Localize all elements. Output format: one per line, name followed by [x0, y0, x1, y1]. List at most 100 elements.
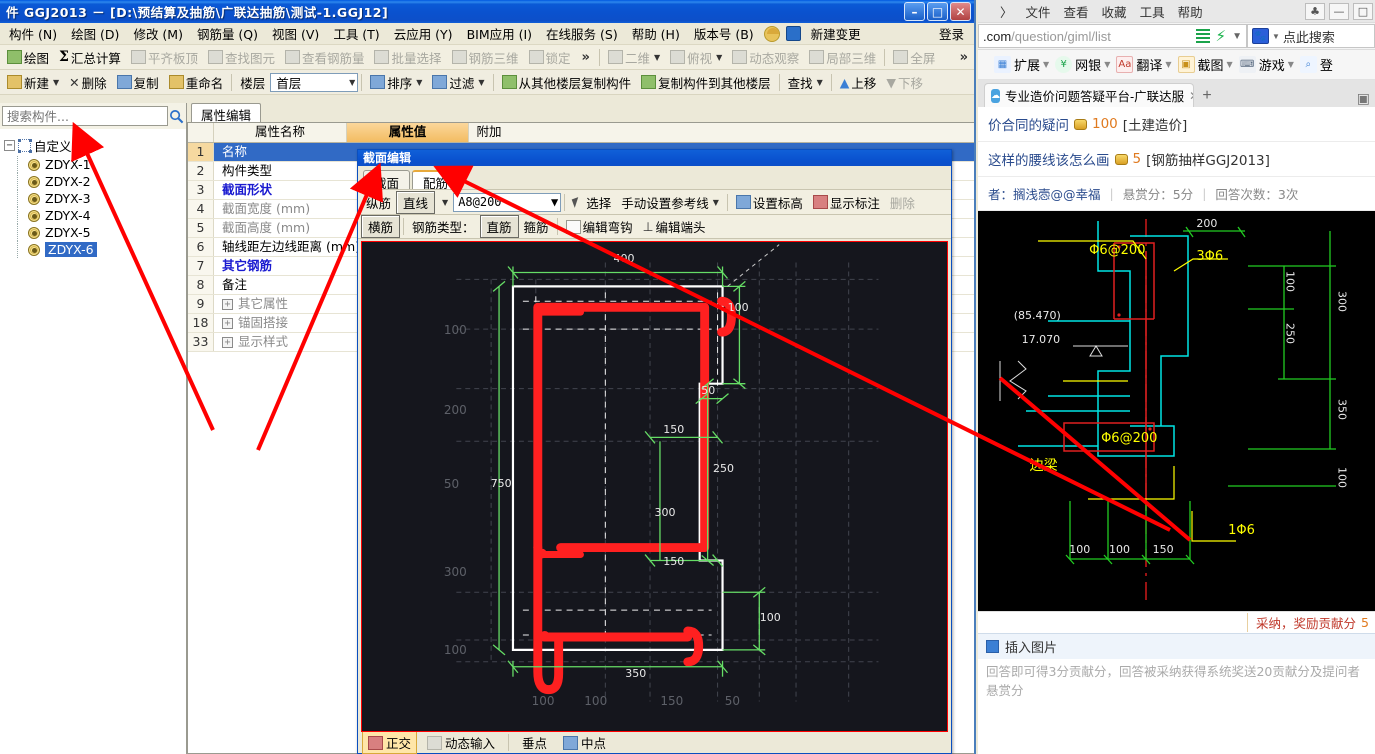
tree-item-zdyx-3[interactable]: ZDYX-3	[4, 190, 186, 207]
tree-item-zdyx-2[interactable]: ZDYX-2	[4, 173, 186, 190]
dynamic-input-toggle[interactable]: 动态输入	[421, 731, 501, 754]
browser-menu-view[interactable]: 查看	[1064, 2, 1089, 21]
browser-skin-icon[interactable]: ♣	[1305, 2, 1325, 20]
perpendicular-snap[interactable]: 垂点	[516, 731, 553, 754]
stirrup-button[interactable]: 箍筋	[519, 215, 554, 238]
extension-translate[interactable]: Aa 翻译 ▼	[1114, 53, 1173, 76]
tool-draw[interactable]: 绘图	[2, 46, 54, 69]
tree-root-node[interactable]: − 自定义线	[4, 135, 186, 156]
question-row-2[interactable]: 这样的腰线该怎么画 5 [钢筋抽样GGJ2013]	[978, 142, 1375, 177]
show-annotation-button[interactable]: 显示标注	[808, 191, 885, 214]
menu-item-5[interactable]: 工具 (T)	[326, 22, 386, 45]
tool-move-down[interactable]: ▼ 下移	[881, 71, 928, 94]
extension-banking[interactable]: ¥ 网银 ▼	[1053, 53, 1112, 76]
url-input[interactable]: .com/question/giml/list ⚡ ▼	[978, 24, 1247, 48]
tool-view-rebar-qty[interactable]: 查看钢筋量	[280, 46, 370, 69]
tool-find-element[interactable]: 查找图元	[203, 46, 280, 69]
chevron-down-icon[interactable]: ▼	[437, 198, 453, 207]
browser-menu-help[interactable]: 帮助	[1178, 2, 1203, 21]
tab-list-icon[interactable]: ▣	[1357, 90, 1375, 107]
tool-dynamic-observe[interactable]: 动态观察	[727, 46, 804, 69]
browser-tab-active[interactable]: ☁ 专业造价问题答疑平台-广联达服 ✕	[984, 83, 1194, 107]
transverse-rebar-button[interactable]: 横筋	[361, 215, 401, 238]
tool-copy-component[interactable]: 复制	[112, 71, 164, 94]
search-input[interactable]: 🐾 ▼ 点此搜索	[1247, 24, 1375, 48]
tool-align-slab-top[interactable]: 平齐板顶	[126, 46, 203, 69]
menu-item-8[interactable]: 在线服务 (S)	[539, 22, 625, 45]
tool-new-component[interactable]: 新建 ▼	[2, 71, 64, 94]
rebar-spec-input[interactable]: A8@200 ▼	[453, 192, 562, 212]
question-row-1[interactable]: 价合同的疑问 100 [土建造价]	[978, 107, 1375, 142]
tool-sort[interactable]: 排序 ▼	[365, 71, 427, 94]
tab-property-edit[interactable]: 属性编辑	[191, 103, 262, 123]
browser-menu-file[interactable]: 文件	[1026, 2, 1051, 21]
minimize-button[interactable]: –	[904, 2, 925, 21]
browser-menu-tools[interactable]: 工具	[1140, 2, 1165, 21]
menu-item-1[interactable]: 绘图 (D)	[64, 22, 126, 45]
select-tool[interactable]: 选择	[568, 191, 616, 214]
tool-rebar-3d[interactable]: 钢筋三维	[447, 46, 524, 69]
tool-2d-view[interactable]: 二维 ▼	[603, 46, 665, 69]
menu-item-7[interactable]: BIM应用 (I)	[460, 22, 539, 45]
tool-filter[interactable]: 过滤 ▼	[427, 71, 489, 94]
tool-rename-component[interactable]: 重命名	[164, 71, 229, 94]
expand-icon[interactable]: +	[222, 318, 233, 329]
menu-overflow-chevron[interactable]: 〉	[1000, 2, 1013, 21]
tool-copy-to-other-floor[interactable]: 复制构件到其他楼层	[636, 71, 776, 94]
tab-rebar[interactable]: 配筋	[412, 170, 460, 191]
tree-item-zdyx-1[interactable]: ZDYX-1	[4, 156, 186, 173]
chevron-down-icon[interactable]: ▼	[1232, 31, 1242, 42]
login-link[interactable]: 登录	[939, 24, 974, 43]
set-elevation-button[interactable]: 设置标高	[731, 191, 808, 214]
maximize-button[interactable]: □	[927, 2, 948, 21]
edit-hook-button[interactable]: 编辑弯钩	[561, 215, 638, 238]
delete-button[interactable]: 删除	[885, 191, 920, 214]
menu-item-6[interactable]: 云应用 (Y)	[387, 22, 460, 45]
midpoint-snap[interactable]: 中点	[557, 731, 612, 754]
straight-rebar-button[interactable]: 直筋	[479, 215, 519, 238]
tree-item-zdyx-5[interactable]: ZDYX-5	[4, 224, 186, 241]
tool-move-up[interactable]: ▲ 上移	[835, 71, 882, 94]
extension-expand[interactable]: ▦ 扩展 ▼	[992, 53, 1051, 76]
close-button[interactable]: ✕	[950, 2, 971, 21]
search-icon[interactable]	[168, 106, 184, 126]
tool-top-view[interactable]: 俯视 ▼	[665, 46, 727, 69]
tree-item-zdyx-4[interactable]: ZDYX-4	[4, 207, 186, 224]
expand-icon[interactable]: +	[222, 337, 233, 348]
menu-item-3[interactable]: 钢筋量 (Q)	[190, 22, 265, 45]
tool-delete-component[interactable]: ✕ 删除	[64, 71, 112, 94]
browser-minimize-button[interactable]: —	[1329, 2, 1349, 20]
tree-item-zdyx-6[interactable]: ZDYX-6	[4, 241, 186, 258]
helmet-smiley-icon[interactable]	[763, 25, 780, 42]
tool-copy-from-other-floor[interactable]: 从其他楼层复制构件	[497, 71, 637, 94]
new-tab-button[interactable]: +	[1194, 85, 1220, 107]
menu-item-2[interactable]: 修改 (M)	[126, 22, 190, 45]
tab-section[interactable]: 截面	[363, 170, 411, 191]
edit-end-button[interactable]: ⊥ 编辑端头	[638, 215, 711, 238]
tool-batch-select[interactable]: 批量选择	[369, 46, 446, 69]
line-shape-button[interactable]: 直线	[396, 190, 436, 214]
tool-summary-calc[interactable]: Σ 汇总计算	[54, 46, 126, 69]
menu-item-10[interactable]: 版本号 (B)	[687, 22, 761, 45]
manual-reference-line[interactable]: 手动设置参考线 ▼	[616, 191, 724, 214]
browser-menu-favorites[interactable]: 收藏	[1102, 2, 1127, 21]
insert-image-bar[interactable]: 插入图片	[978, 633, 1375, 659]
change-app-icon[interactable]	[785, 26, 801, 41]
cad-section-canvas[interactable]: 400 100 50 250 150 300 150 100 750 350 1…	[361, 241, 948, 732]
chevron-down-icon[interactable]: ▼	[1272, 32, 1280, 41]
extension-screenshot[interactable]: ▣ 截图 ▼	[1176, 53, 1235, 76]
toolbar-overflow-chevron-1[interactable]: »	[576, 50, 596, 65]
paw-search-engine-icon[interactable]: 🐾	[1252, 28, 1269, 44]
collapse-icon[interactable]: −	[4, 140, 15, 151]
tool-local-3d[interactable]: 局部三维	[804, 46, 881, 69]
toolbar-overflow-chevron-2[interactable]: »	[954, 50, 974, 65]
floor-select[interactable]: 首层 ▼	[270, 72, 359, 92]
ortho-toggle[interactable]: 正交	[362, 731, 418, 754]
tool-lock[interactable]: 锁定	[524, 46, 576, 69]
menu-item-4[interactable]: 视图 (V)	[265, 22, 326, 45]
attached-cad-image[interactable]: Φ6@200 3Φ6 Φ6@200 1Φ6 边梁 (85.470) 17.070…	[978, 211, 1375, 611]
menu-item-new-change[interactable]: 新建变更	[804, 22, 868, 45]
expand-icon[interactable]: +	[222, 299, 233, 310]
menu-item-0[interactable]: 构件 (N)	[2, 22, 64, 45]
browser-maximize-button[interactable]: □	[1353, 2, 1373, 20]
